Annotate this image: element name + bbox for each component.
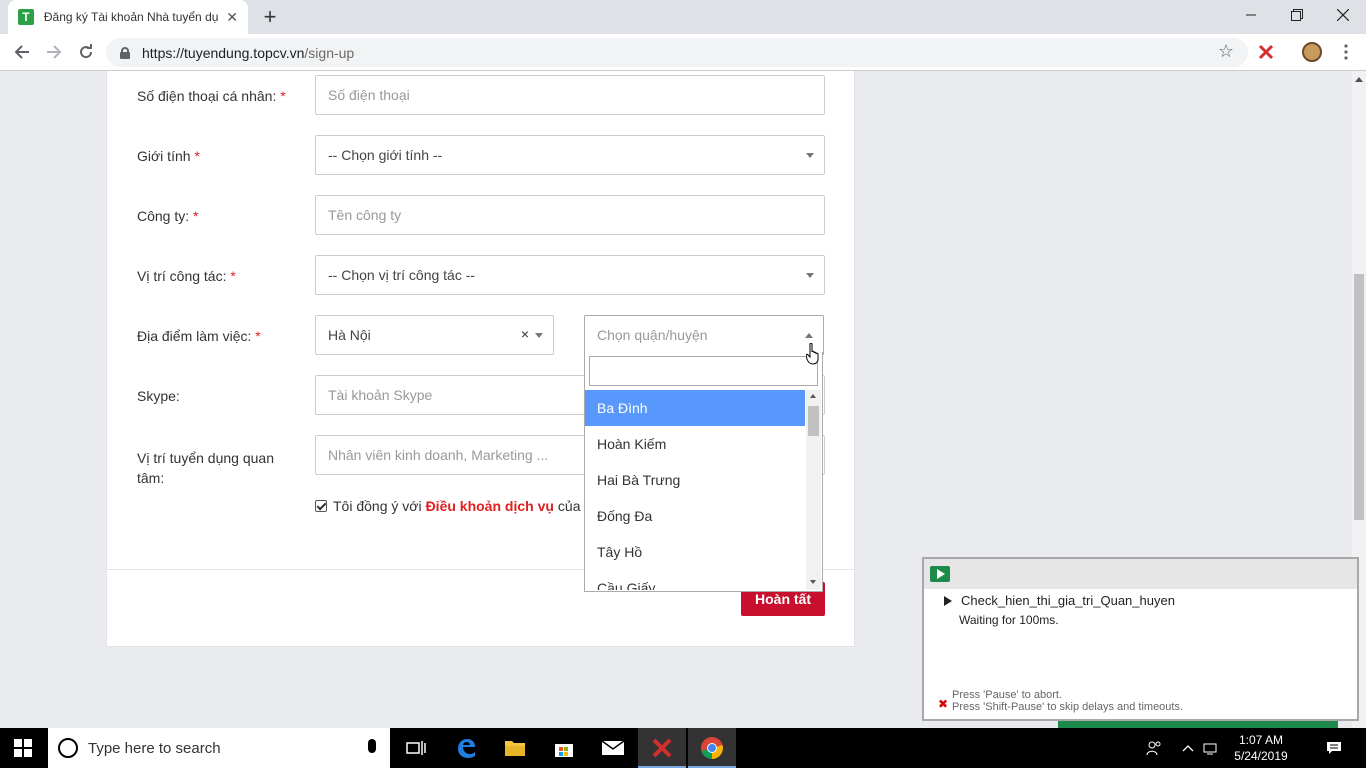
network-icon[interactable] [1200, 728, 1222, 768]
extension-icon[interactable] [1256, 42, 1276, 62]
district-option[interactable]: Đống Đa [585, 498, 805, 534]
phone-input[interactable]: Số điện thoại [315, 75, 825, 115]
dropdown-search-input[interactable] [589, 356, 818, 386]
interest-label: Vị trí tuyển dụng quan tâm: [137, 450, 274, 486]
terms-text: Tôi đồng ý với [333, 498, 422, 514]
restore-icon[interactable] [1274, 0, 1320, 30]
automation-status-panel: Check_hien_thi_gia_tri_Quan_huyen Waitin… [922, 557, 1359, 721]
position-label: Vị trí công tác: * [137, 268, 236, 284]
dropdown-scroll-thumb[interactable] [808, 406, 819, 436]
task-view-icon[interactable] [392, 728, 440, 768]
phone-label: Số điện thoại cá nhân: * [137, 88, 286, 104]
location-label: Địa điểm làm việc: * [137, 328, 261, 344]
taskbar-clock[interactable]: 1:07 AM 5/24/2019 [1226, 732, 1296, 764]
terms-agreement: Tôi đồng ý với Điều khoản dịch vụ của To [315, 498, 599, 514]
panel-progress-bar [1058, 721, 1338, 728]
forward-arrow-icon[interactable] [42, 40, 66, 64]
notification-icon[interactable] [1322, 728, 1346, 768]
district-option[interactable]: Tây Hồ [585, 534, 805, 570]
menu-dots-icon[interactable] [1336, 42, 1356, 62]
scroll-up-icon[interactable] [1355, 77, 1363, 82]
bookmark-star-icon[interactable]: ☆ [1218, 41, 1234, 62]
panel-status: Waiting for 100ms. [959, 613, 1059, 627]
terms-link[interactable]: Điều khoản dịch vụ [426, 498, 554, 514]
chevron-down-icon [806, 153, 814, 158]
district-option[interactable]: Ba Đình [585, 390, 805, 426]
gender-label: Giới tính * [137, 148, 200, 164]
back-arrow-icon[interactable] [10, 40, 34, 64]
skype-label: Skype: [137, 388, 180, 404]
panel-hint: Press 'Pause' to abort. Press 'Shift-Pau… [952, 689, 1184, 713]
hand-cursor-icon [806, 343, 819, 365]
cortana-icon [58, 738, 78, 758]
clear-selection-icon[interactable]: × [521, 326, 529, 342]
expand-triangle-icon[interactable] [944, 595, 952, 606]
position-select[interactable]: -- Chọn vị trí công tác -- [315, 255, 825, 295]
close-window-icon[interactable] [1320, 0, 1366, 30]
profile-avatar-icon[interactable] [1302, 42, 1322, 62]
company-input[interactable]: Tên công ty [315, 195, 825, 235]
panel-task: Check_hien_thi_gia_tri_Quan_huyen [944, 593, 1175, 608]
microsoft-store-icon[interactable] [540, 728, 588, 768]
district-option[interactable]: Cầu Giấy [585, 570, 805, 590]
edge-browser-icon[interactable] [442, 728, 490, 768]
dropdown-scrollbar[interactable] [806, 390, 821, 590]
minimize-icon[interactable] [1228, 0, 1274, 30]
scroll-down-icon[interactable] [810, 580, 816, 584]
close-tab-icon[interactable]: ✕ [226, 9, 238, 26]
district-options-list: Ba Đình Hoàn Kiếm Hai Bà Trưng Đống Đa Tây H… [585, 390, 805, 590]
browser-toolbar: https://tuyendung.topcv.vn/sign-up ☆ [0, 34, 1366, 71]
gender-select[interactable]: -- Chọn giới tính -- [315, 135, 825, 175]
company-label: Công ty: * [137, 208, 199, 224]
district-dropdown: Ba Đình Hoàn Kiếm Hai Bà Trưng Đống Đa Tây H… [584, 352, 823, 592]
ranorex-icon[interactable] [638, 728, 686, 768]
abort-icon: ✖ [938, 697, 949, 711]
chevron-up-icon [805, 333, 813, 338]
file-explorer-icon[interactable] [491, 728, 539, 768]
scroll-up-icon[interactable] [810, 394, 816, 398]
chrome-icon[interactable] [688, 728, 736, 768]
new-tab-button[interactable]: + [258, 4, 282, 29]
browser-titlebar: T Đăng ký Tài khoản Nhà tuyển dụ ✕ + [0, 0, 1366, 34]
district-select[interactable]: Chọn quận/huyện [584, 315, 824, 355]
url-text: https://tuyendung.topcv.vn/sign-up [142, 44, 355, 61]
address-bar[interactable]: https://tuyendung.topcv.vn/sign-up ☆ [106, 38, 1248, 67]
microphone-icon[interactable] [368, 739, 376, 753]
mail-icon[interactable] [589, 728, 637, 768]
page-scroll-thumb[interactable] [1354, 274, 1364, 520]
city-select[interactable]: Hà Nội × [315, 315, 554, 355]
play-icon[interactable] [930, 566, 950, 582]
district-option[interactable]: Hai Bà Trưng [585, 462, 805, 498]
windows-start-icon[interactable] [14, 739, 32, 757]
task-name: Check_hien_thi_gia_tri_Quan_huyen [961, 593, 1175, 608]
chevron-down-icon [806, 273, 814, 278]
terms-checkbox[interactable] [315, 500, 327, 512]
browser-tab[interactable]: T Đăng ký Tài khoản Nhà tuyển dụ ✕ [8, 0, 248, 34]
windows-taskbar: Type here to search 1:07 AM 5/24/2019 [0, 728, 1366, 768]
chevron-down-icon [535, 333, 543, 338]
taskbar-search[interactable]: Type here to search [48, 728, 390, 768]
chevron-up-icon[interactable] [1178, 728, 1198, 768]
district-option[interactable]: Hoàn Kiếm [585, 426, 805, 462]
people-icon[interactable] [1140, 728, 1168, 768]
tab-title: Đăng ký Tài khoản Nhà tuyển dụ [43, 10, 219, 24]
panel-header [924, 559, 1357, 589]
topcv-favicon-icon: T [18, 9, 34, 25]
lock-icon [120, 46, 130, 59]
reload-icon[interactable] [74, 40, 98, 64]
